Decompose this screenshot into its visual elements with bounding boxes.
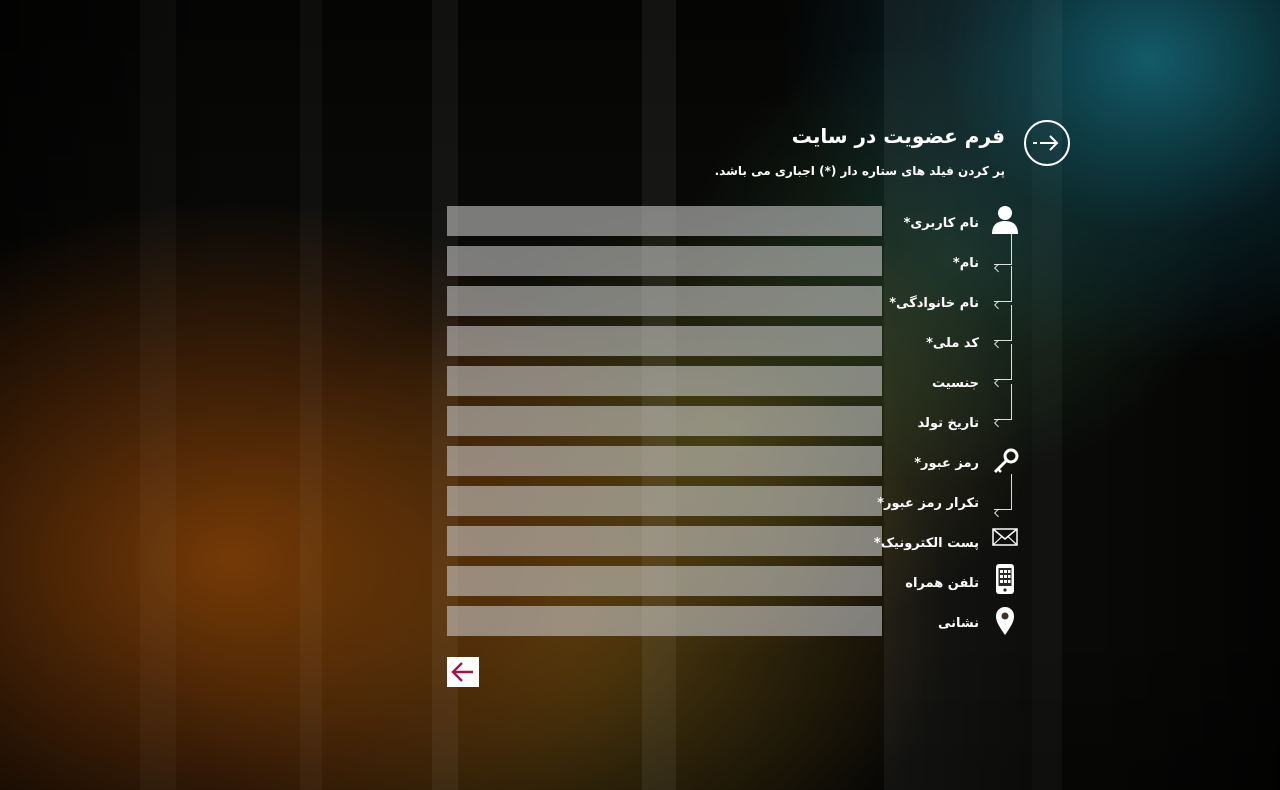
branch-arrow-icon	[994, 344, 1012, 380]
address-label: نشانی	[937, 616, 979, 631]
address-input[interactable]	[447, 606, 882, 636]
username-label: نام کاربری*	[903, 216, 979, 231]
mobile-phone-icon	[996, 564, 1014, 594]
form-row-confirm-password: تکرار رمز عبور*	[0, 486, 1280, 520]
branch-arrow-icon	[994, 229, 1012, 265]
username-input[interactable]	[447, 206, 882, 236]
form-subtitle: پر کردن فیلد های ستاره دار (*) اجباری می…	[714, 164, 1005, 178]
national-code-label: کد ملی*	[926, 336, 979, 351]
form-row-address: نشانی	[0, 606, 1280, 640]
form-row-email: پست الکترونیک*	[0, 526, 1280, 560]
form-row-last-name: نام خانوادگی*	[0, 286, 1280, 320]
form-row-username: نام کاربری*	[0, 206, 1280, 240]
branch-arrow-icon	[994, 474, 1012, 510]
form-row-gender: جنسیت	[0, 366, 1280, 400]
confirm-password-label: تکرار رمز عبور*	[877, 496, 979, 511]
birth-date-input[interactable]	[447, 406, 882, 436]
arrow-left-icon	[451, 662, 473, 682]
last-name-input[interactable]	[447, 286, 882, 316]
form-row-birth-date: تاریخ تولد	[0, 406, 1280, 440]
first-name-input[interactable]	[447, 246, 882, 276]
form-row-national-code: کد ملی*	[0, 326, 1280, 360]
form-row-mobile: تلفن همراه	[0, 564, 1280, 600]
location-pin-icon	[996, 607, 1014, 635]
key-icon	[993, 448, 1019, 474]
form-row-first-name: نام*	[0, 246, 1280, 280]
branch-arrow-icon	[994, 266, 1012, 302]
form-row-password: رمز عبور*	[0, 446, 1280, 480]
branch-arrow-icon	[994, 305, 1012, 341]
gender-input[interactable]	[447, 366, 882, 396]
form-title: فرم عضویت در سایت	[791, 124, 1005, 148]
password-input[interactable]	[447, 446, 882, 476]
email-label: پست الکترونیک*	[873, 536, 979, 551]
national-code-input[interactable]	[447, 326, 882, 356]
first-name-label: نام*	[952, 256, 979, 271]
envelope-icon	[992, 528, 1018, 546]
birth-date-label: تاریخ تولد	[917, 416, 979, 431]
confirm-password-input[interactable]	[447, 486, 882, 516]
submit-button[interactable]	[447, 657, 479, 687]
mobile-input[interactable]	[447, 566, 882, 596]
email-input[interactable]	[447, 526, 882, 556]
arrow-right-circle-icon	[1024, 120, 1070, 166]
gender-label: جنسیت	[932, 376, 979, 391]
last-name-label: نام خانوادگی*	[889, 296, 979, 311]
branch-arrow-icon	[994, 384, 1012, 420]
password-label: رمز عبور*	[914, 456, 979, 471]
mobile-label: تلفن همراه	[905, 576, 979, 591]
